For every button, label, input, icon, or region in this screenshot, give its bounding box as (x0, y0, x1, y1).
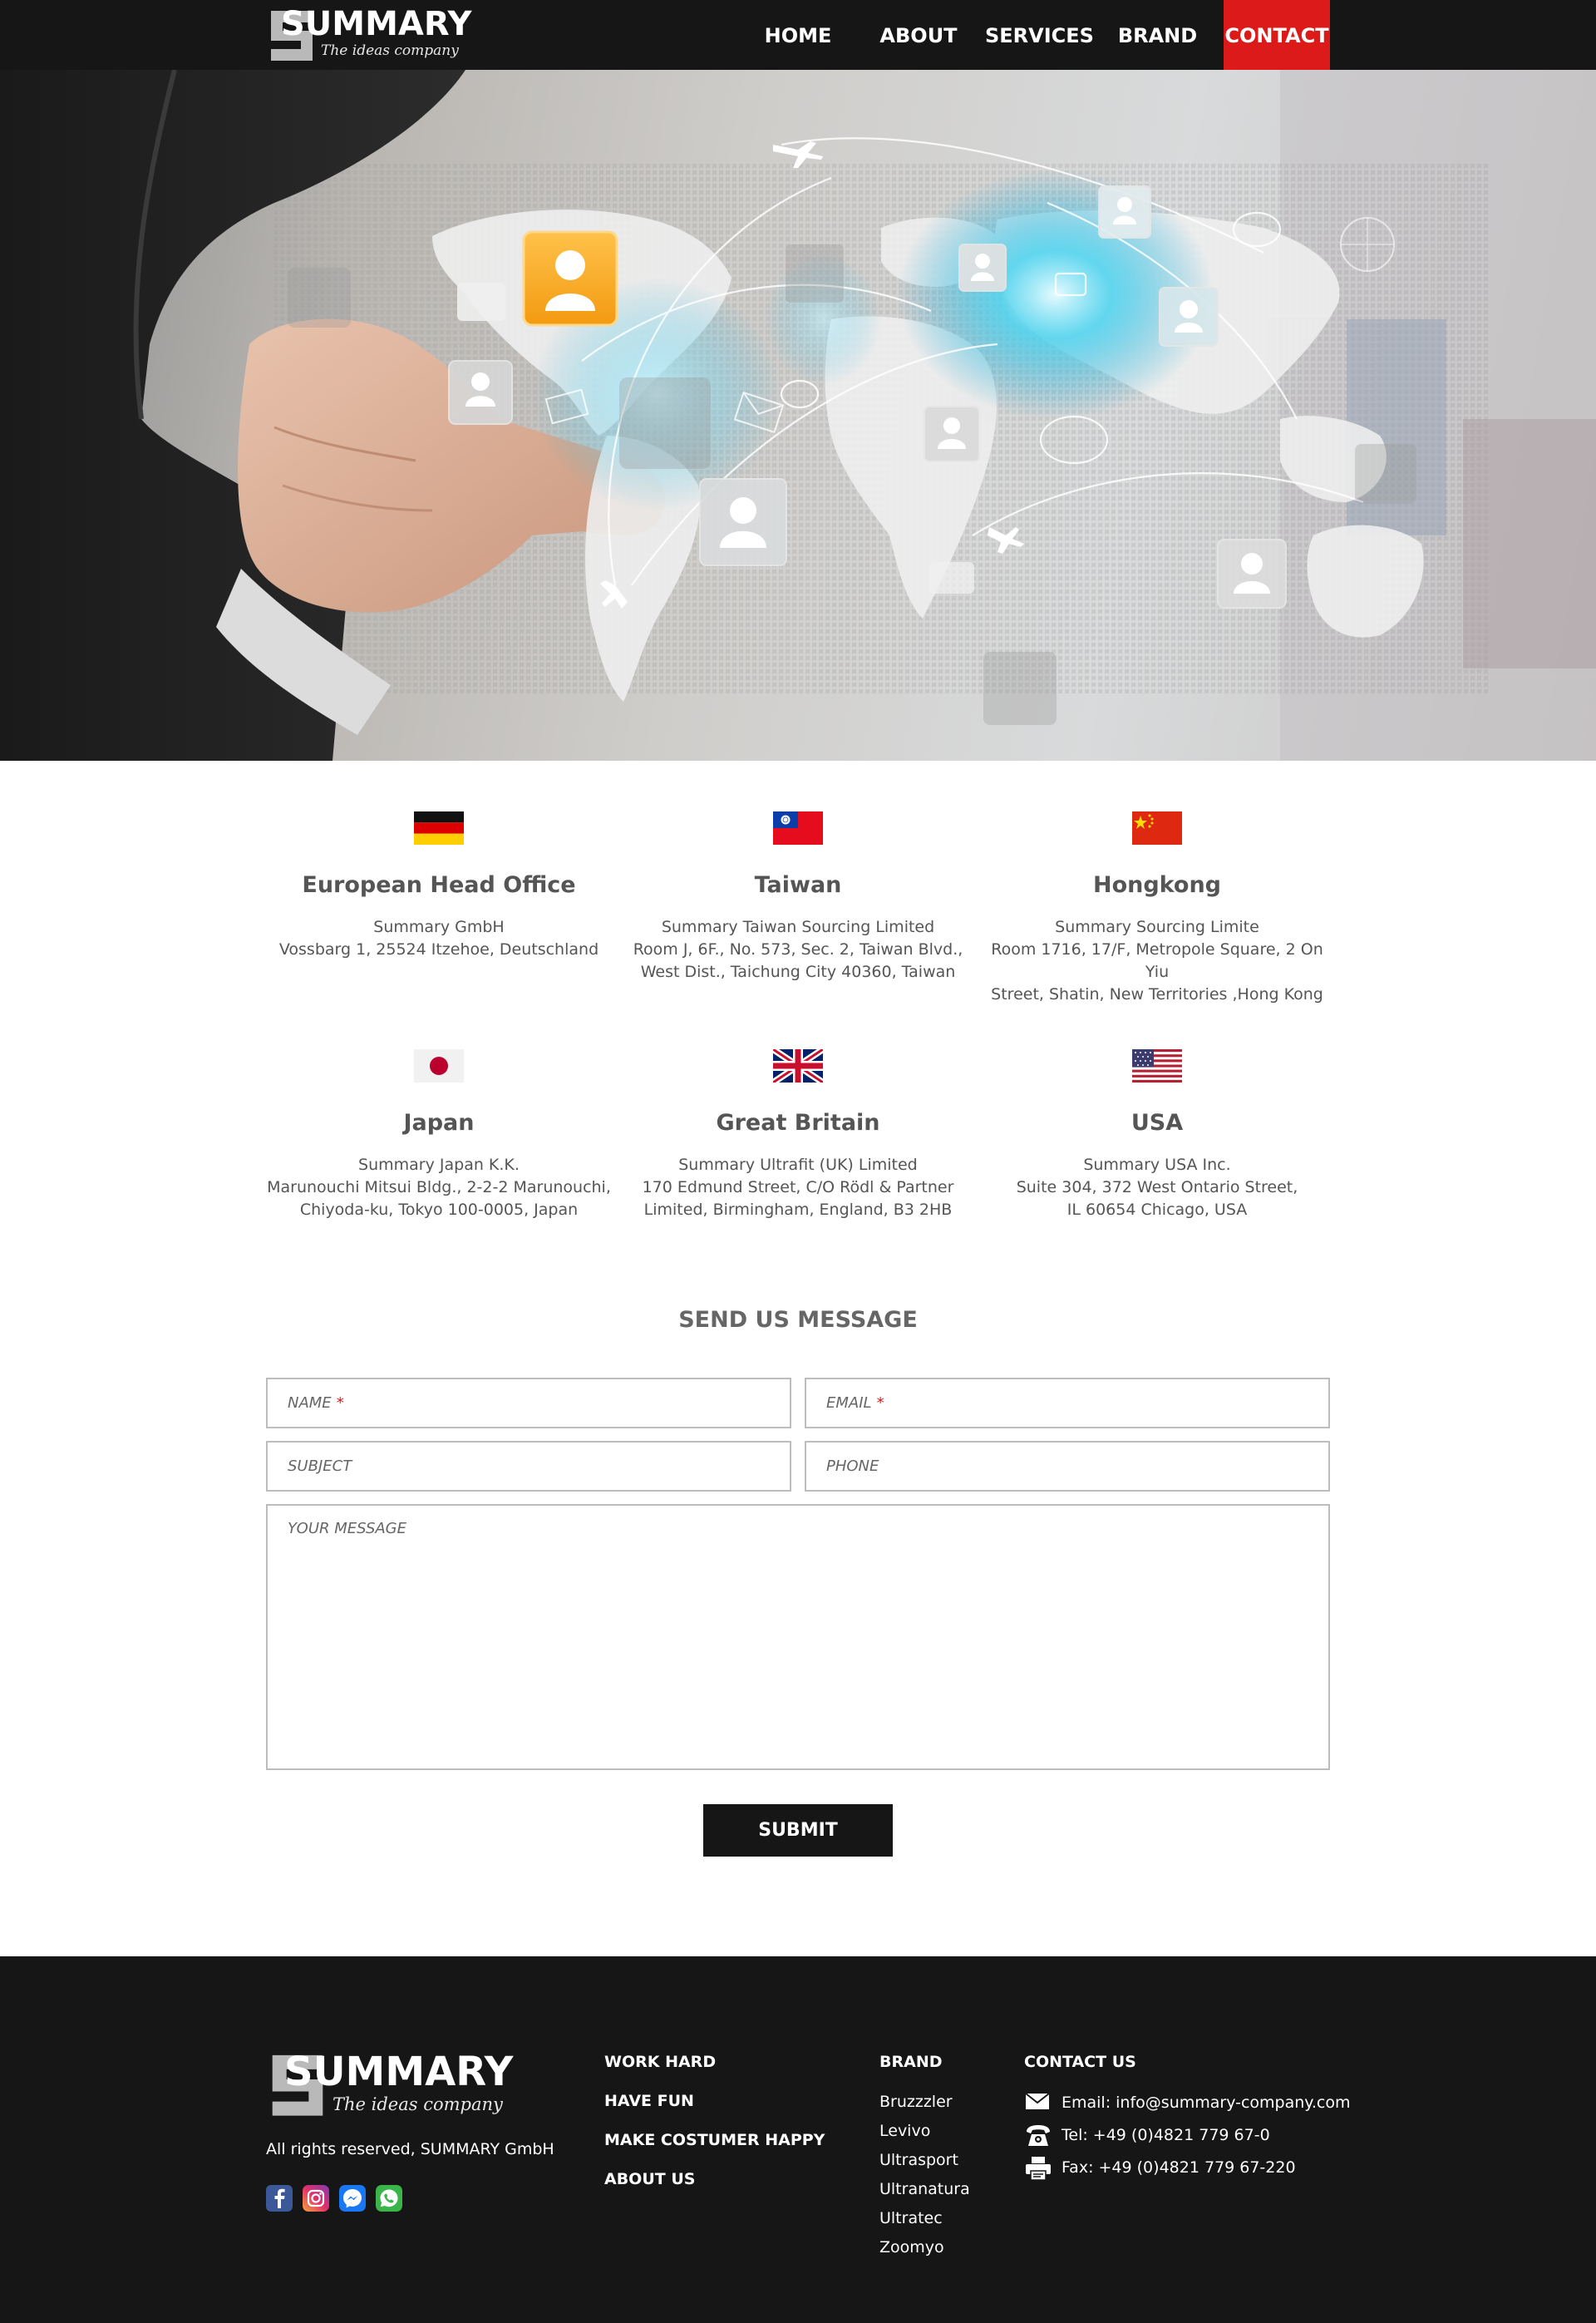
send-message-title: SEND US MESSAGE (678, 1307, 918, 1333)
office-address: Summary USA Inc. Suite 304, 372 West Onta… (1016, 1156, 1298, 1219)
envelope-icon (1025, 2093, 1050, 2109)
germany-flag-icon (414, 811, 464, 845)
office-address: Summary Sourcing Limite Room 1716, 17/F, … (991, 918, 1323, 1004)
hero-banner (0, 70, 1596, 761)
copyright-text: All rights reserved, SUMMARY GmbH (266, 2140, 554, 2158)
whatsapp-icon[interactable] (376, 2185, 402, 2212)
footer-brand-link[interactable]: Bruzzzler (879, 2093, 953, 2111)
email-input[interactable]: EMAIL * (805, 1378, 1330, 1428)
office-title: Japan (403, 1110, 475, 1136)
logo-wordmark: SUMMARY (284, 2049, 514, 2095)
printer-fax-icon (1026, 2157, 1051, 2181)
footer-summary-logo[interactable]: SUMMARY The ideas company (266, 2049, 513, 2119)
nav-brand[interactable]: BRAND (1106, 0, 1209, 70)
name-input[interactable]: NAME * (266, 1378, 791, 1428)
footer-link-make-costumer-happy[interactable]: MAKE COSTUMER HAPPY (604, 2131, 825, 2149)
footer-brand-title: BRAND (879, 2053, 943, 2071)
subject-input[interactable]: SUBJECT (266, 1441, 791, 1492)
submit-button[interactable]: SUBMIT (703, 1804, 893, 1857)
footer-link-work-hard[interactable]: WORK HARD (604, 2053, 716, 2071)
office-title: Great Britain (716, 1110, 880, 1136)
office-address: Summary Taiwan Sourcing Limited Room J, 6… (633, 918, 963, 981)
office-title: Hongkong (1092, 872, 1222, 898)
facebook-icon[interactable] (266, 2185, 293, 2212)
taiwan-flag-icon (773, 811, 823, 845)
china-flag-icon (1132, 811, 1182, 845)
summary-logo[interactable]: SUMMARY The ideas company (266, 6, 471, 64)
footer-link-about-us[interactable]: ABOUT US (604, 2170, 695, 2188)
office-title: European Head Office (302, 872, 576, 898)
nav-home[interactable]: HOME (748, 0, 848, 70)
top-navbar: SUMMARY The ideas company HOME ABOUT SER… (0, 0, 1596, 70)
messenger-icon[interactable] (339, 2185, 366, 2212)
uk-flag-icon (773, 1049, 823, 1083)
footer-contact-title: CONTACT US (1024, 2053, 1136, 2071)
telephone-icon (1027, 2125, 1050, 2146)
hero-world-network-illustration (0, 70, 1596, 761)
japan-flag-icon (414, 1049, 464, 1083)
logo-tagline: The ideas company (332, 2094, 503, 2114)
office-title: Taiwan (754, 872, 842, 898)
office-address: Summary Ultrafit (UK) Limited 170 Edmund … (642, 1156, 954, 1219)
office-address: Summary GmbH Vossbarg 1, 25524 Itzehoe, D… (278, 918, 599, 959)
footer-brand-link[interactable]: Ultratec (879, 2209, 943, 2227)
footer-link-have-fun[interactable]: HAVE FUN (604, 2092, 694, 2110)
nav-services[interactable]: SERVICES (985, 0, 1094, 70)
logo-wordmark: SUMMARY (281, 5, 472, 43)
usa-flag-icon (1132, 1049, 1182, 1083)
logo-tagline: The ideas company (321, 42, 459, 59)
footer-brand-link[interactable]: Levivo (879, 2122, 930, 2140)
footer-brand-link[interactable]: Zoomyo (879, 2238, 944, 2256)
phone-input[interactable]: PHONE (805, 1441, 1330, 1492)
nav-contact[interactable]: CONTACT (1224, 0, 1330, 70)
nav-about[interactable]: ABOUT (873, 0, 964, 70)
footer-brand-link[interactable]: Ultranatura (879, 2180, 970, 2198)
instagram-icon[interactable] (303, 2185, 329, 2212)
footer-brand-link[interactable]: Ultrasport (879, 2151, 958, 2169)
office-address: Summary Japan K.K. Marunouchi Mitsui Bldg… (267, 1156, 611, 1219)
office-title: USA (1130, 1110, 1184, 1136)
message-textarea[interactable]: YOUR MESSAGE (266, 1504, 1330, 1770)
